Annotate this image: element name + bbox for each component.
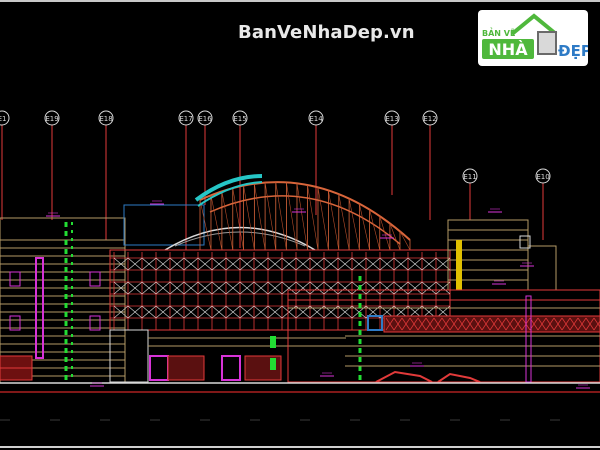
grid-bubble-label: E12	[423, 115, 436, 123]
viewport-bottom-border	[0, 446, 600, 448]
logo-right-text: ĐẸP	[558, 42, 588, 60]
logo-small-text: BẢN VẼ	[482, 27, 515, 38]
grid-bubble-label: E17	[179, 115, 192, 123]
grid-bubble-label: E15	[233, 115, 246, 123]
grid-bubble-label: E13	[385, 115, 398, 123]
grid-bubble-label: E16	[198, 115, 212, 123]
grid-bubble-label: E18	[99, 115, 112, 123]
grid-bubble-label: E1	[0, 115, 6, 123]
site-logo: BẢN VẼ NHÀ ĐẸP	[478, 10, 588, 66]
grid-bubble-label: E19	[45, 115, 58, 123]
arched-roof	[194, 174, 411, 251]
grid-bubble-label: E10	[536, 173, 549, 181]
grid-bubble-label: E11	[463, 173, 476, 181]
ground-line	[0, 382, 600, 421]
house-door-icon	[537, 31, 557, 55]
elevation-drawing: E1 E19 E18 E17 E16 E15 E14 E13 E12 E11 E10	[0, 110, 600, 421]
grid-bubble-label: E14	[309, 115, 323, 123]
grid-axes: E1 E19 E18 E17 E16 E15 E14 E13 E12 E11 E10	[0, 110, 551, 250]
central-hall-elevation	[109, 226, 451, 383]
cad-viewport[interactable]: E1 E19 E18 E17 E16 E15 E14 E13 E12 E11 E10	[0, 0, 600, 450]
site-watermark: BanVeNhaDep.vn	[238, 22, 415, 43]
logo-big-text: NHÀ	[488, 40, 528, 59]
right-wing-elevation	[287, 219, 600, 383]
